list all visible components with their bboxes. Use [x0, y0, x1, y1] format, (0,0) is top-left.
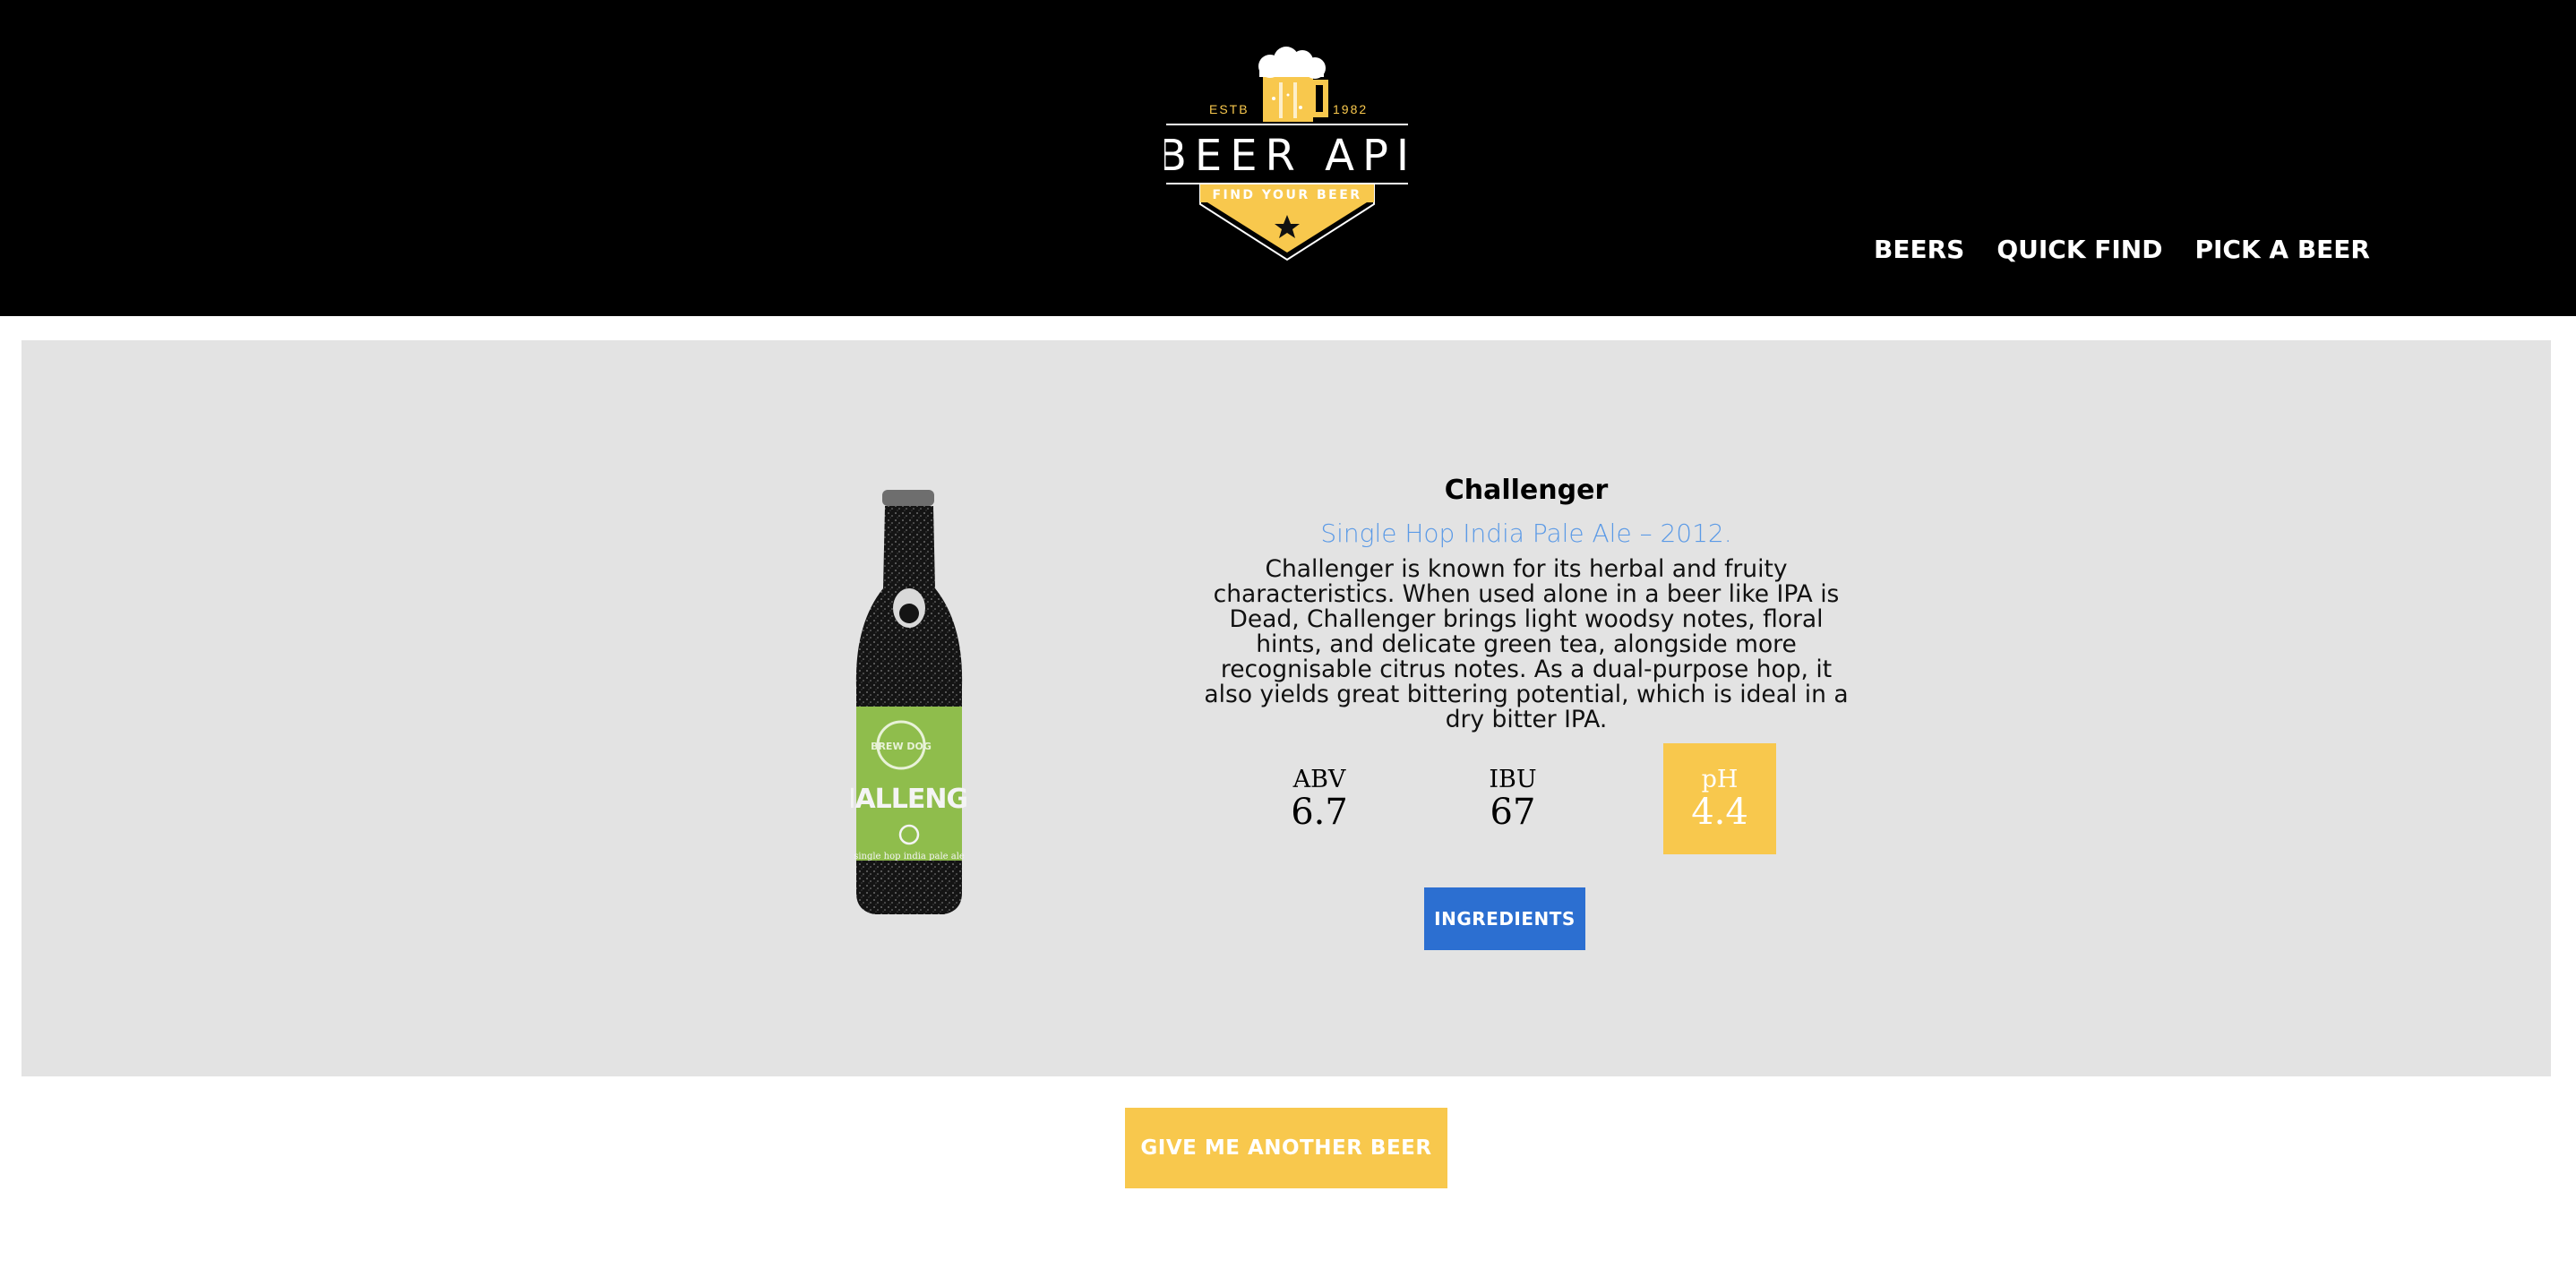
- another-beer-button[interactable]: GIVE ME ANOTHER BEER: [1125, 1108, 1447, 1188]
- bottle-subtext: single hop india pale ale: [854, 852, 965, 861]
- nav-quick-find[interactable]: QUICK FIND: [1996, 235, 2162, 264]
- stat-ph-value: 4.4: [1691, 792, 1748, 833]
- beer-card: BREW DOG HALLENGE single hop india pale …: [21, 340, 2551, 1076]
- stat-ph-label: pH: [1701, 766, 1739, 793]
- stat-ibu-label: IBU: [1489, 766, 1537, 793]
- bottle-brand-text: BREW DOG: [871, 741, 932, 752]
- stat-ibu: IBU 67: [1456, 743, 1569, 854]
- beer-bottle-image: BREW DOG HALLENGE single hop india pale …: [851, 490, 967, 920]
- beer-info: Challenger Single Hop India Pale Ale – 2…: [1168, 473, 1885, 733]
- nav-pick-a-beer[interactable]: PICK A BEER: [2194, 235, 2370, 264]
- beer-description: Challenger is known for its herbal and f…: [1204, 555, 1849, 733]
- beer-tagline: Single Hop India Pale Ale – 2012.: [1320, 519, 1732, 548]
- stat-abv-label: ABV: [1292, 766, 1346, 793]
- beer-api-logo[interactable]: ESTB 1982 BEER API FIND YOUR BEER: [1164, 36, 1410, 269]
- stat-ibu-value: 67: [1490, 792, 1536, 833]
- ingredients-button[interactable]: INGREDIENTS: [1424, 887, 1585, 950]
- logo-established-label: ESTB: [1209, 102, 1249, 116]
- nav-beers[interactable]: BEERS: [1874, 235, 1964, 264]
- beer-name: Challenger: [1444, 475, 1609, 506]
- stat-abv-value: 6.7: [1291, 792, 1348, 833]
- main-nav: BEERS QUICK FIND PICK A BEER: [1874, 235, 2370, 264]
- logo-slogan: FIND YOUR BEER: [1212, 188, 1361, 202]
- bottle-label-text: HALLENGE: [851, 784, 967, 815]
- stat-ph: pH 4.4: [1663, 743, 1776, 854]
- logo-title: BEER API: [1164, 131, 1410, 181]
- site-header: ESTB 1982 BEER API FIND YOUR BEER BEERS …: [0, 0, 2576, 316]
- beer-stats: ABV 6.7 IBU 67 pH 4.4: [1263, 743, 1782, 854]
- logo-established-year: 1982: [1333, 102, 1368, 116]
- stat-abv: ABV 6.7: [1263, 743, 1376, 854]
